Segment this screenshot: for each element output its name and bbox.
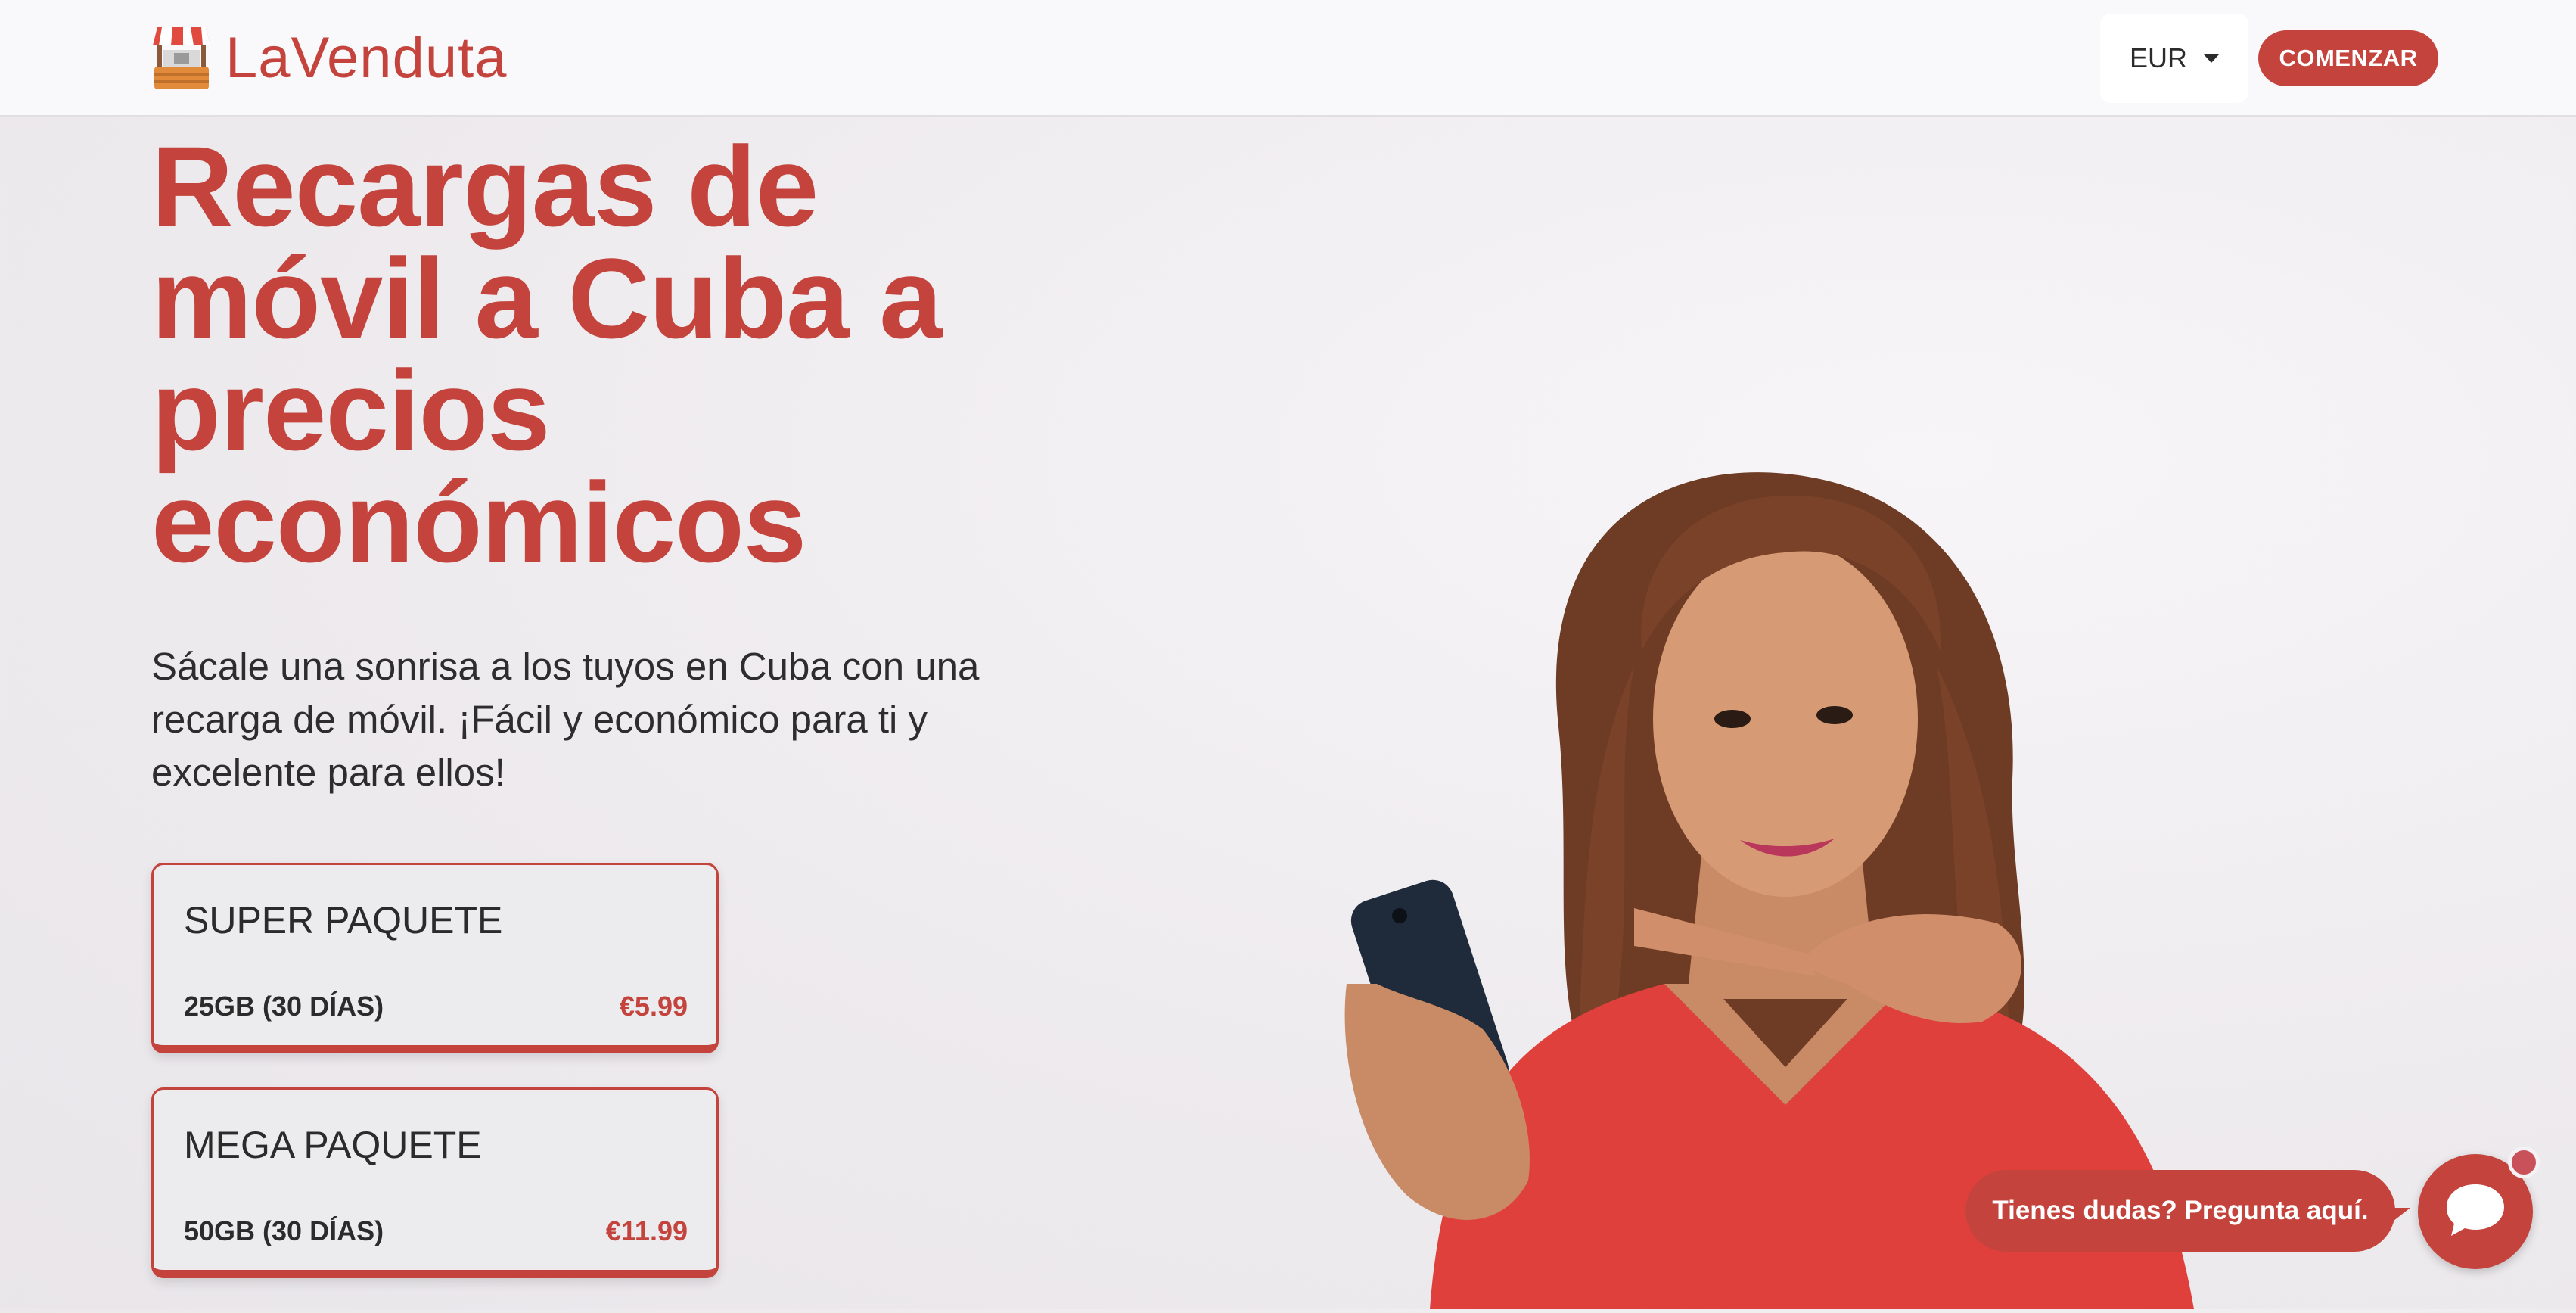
hero-subtitle: Sácale una sonrisa a los tuyos en Cuba c… xyxy=(151,645,980,794)
logo-text: LaVenduta xyxy=(225,25,508,90)
top-navigation-bar: LaVenduta EUR COMENZAR xyxy=(0,0,2576,117)
package-data-amount: 50GB (30 DÍAS) xyxy=(184,1215,384,1246)
chat-bubble-icon xyxy=(2444,1181,2507,1243)
logo[interactable]: LaVenduta xyxy=(151,23,508,92)
currency-selector[interactable]: EUR xyxy=(2100,14,2248,103)
package-card-mega[interactable]: MEGA PAQUETE 50GB (30 DÍAS) €11.99 xyxy=(151,1087,719,1278)
notification-dot xyxy=(2508,1147,2540,1178)
hero-title: Recargas de móvil a Cuba a precios econó… xyxy=(151,123,943,586)
package-data-amount: 25GB (30 DÍAS) xyxy=(184,991,384,1022)
package-price: €11.99 xyxy=(605,1215,688,1246)
package-price: €5.99 xyxy=(619,991,688,1022)
package-card-super[interactable]: SUPER PAQUETE 25GB (30 DÍAS) €5.99 xyxy=(151,863,719,1053)
currency-value: EUR xyxy=(2129,42,2187,73)
caret-down-icon xyxy=(2204,54,2219,63)
market-stall-icon xyxy=(151,23,212,92)
package-name: MEGA PAQUETE xyxy=(184,1124,482,1166)
chat-prompt-bubble[interactable]: Tienes dudas? Pregunta aquí. xyxy=(1965,1170,2395,1252)
start-button[interactable]: COMENZAR xyxy=(2258,30,2438,86)
package-name: SUPER PAQUETE xyxy=(184,899,503,941)
chat-prompt-tail xyxy=(2383,1208,2410,1229)
